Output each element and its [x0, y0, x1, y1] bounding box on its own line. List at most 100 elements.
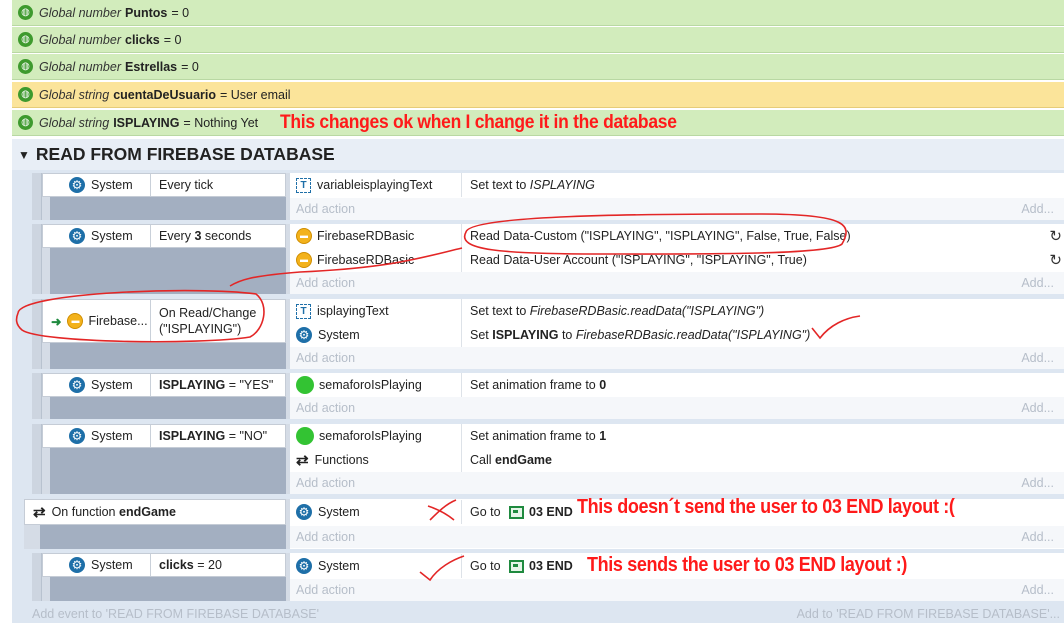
annotation-note: This changes ok when I change it in the …	[280, 111, 677, 133]
action-bold: ISPLAYING	[492, 328, 559, 342]
firebase-icon: ▬	[296, 228, 312, 244]
condition[interactable]: ⚙ System clicks = 20	[42, 553, 286, 577]
actions: semaforoIsPlaying Set animation frame to…	[290, 424, 1064, 494]
var-value: = 0	[181, 59, 199, 74]
action-object: semaforoIsPlaying	[319, 378, 422, 392]
global-var-isplaying[interactable]: ◍ Global string ISPLAYING = Nothing Yet …	[12, 110, 1064, 136]
action-text: Set text to	[470, 178, 530, 192]
add-more-label: Add...	[1021, 351, 1054, 365]
global-var-estrellas[interactable]: ◍ Global number Estrellas = 0	[12, 54, 1064, 80]
global-var-cuentadeusuario[interactable]: ◍ Global string cuentaDeUsuario = User e…	[12, 82, 1064, 108]
action-text: Go to	[470, 504, 505, 519]
text-object-icon: T	[296, 303, 311, 319]
add-more-label: Add...	[1021, 583, 1054, 597]
var-name: Puntos	[125, 5, 168, 20]
action-row[interactable]: ▬ FirebaseRDBasic Read Data-Custom ("ISPL…	[290, 224, 1064, 248]
action-row[interactable]: TvariableisplayingText Set text to ISPLA…	[290, 173, 1064, 197]
condition-object: System	[91, 378, 133, 392]
condition[interactable]: ➜ ▬ Firebase... On Read/Change ("ISPLAYING…	[42, 299, 286, 343]
gear-icon: ⚙	[296, 558, 312, 574]
var-value: = 0	[163, 32, 182, 47]
action-row[interactable]: semaforoIsPlaying Set animation frame to…	[290, 373, 1064, 397]
global-var-clicks[interactable]: ◍ Global number clicks = 0	[12, 27, 1064, 53]
action-object: variableisplayingText	[317, 178, 433, 192]
condition-pad	[50, 343, 286, 369]
add-action[interactable]: Add action Add...	[290, 272, 1064, 294]
text-object-icon: T	[296, 177, 311, 193]
condition-pad	[40, 525, 286, 549]
refresh-icon: ↻	[1049, 252, 1062, 269]
var-name: Estrellas	[125, 59, 178, 74]
action-row[interactable]: ⇄ Functions Call endGame	[290, 448, 1064, 472]
action-object: isplayingText	[317, 304, 389, 318]
add-action-label: Add action	[296, 276, 356, 290]
gear-icon: ⚙	[296, 327, 312, 343]
add-action[interactable]: Add action Add...	[290, 579, 1064, 601]
action-row[interactable]: TisplayingText Set text to FirebaseRDBas…	[290, 299, 1064, 323]
event-row[interactable]: ⚙ System ISPLAYING = "YES" semaforoIsPlay…	[32, 373, 1064, 419]
event-row[interactable]: ⚙ System Every 3 seconds ▬ FirebaseRDBasic…	[32, 224, 1064, 294]
var-name: cuentaDeUsuario	[113, 87, 216, 102]
gear-icon: ⚙	[69, 557, 85, 573]
gear-icon: ⚙	[69, 228, 85, 244]
action-bold: endGame	[495, 453, 552, 467]
action-row[interactable]: ▬ FirebaseRDBasic Read Data-User Account …	[290, 248, 1064, 272]
collapse-icon[interactable]: ▼	[18, 148, 30, 162]
event-row[interactable]: ➜ ▬ Firebase... On Read/Change ("ISPLAYING…	[32, 299, 1064, 369]
action-text: Set	[470, 328, 493, 342]
globe-icon: ◍	[18, 115, 33, 130]
annotation-note: This doesn´t send the user to 03 END lay…	[577, 496, 955, 518]
condition[interactable]: ⚙ System ISPLAYING = "YES"	[42, 373, 286, 397]
add-action[interactable]: Add action Add...	[290, 198, 1064, 220]
condition[interactable]: ⚙ System Every tick	[42, 173, 286, 197]
action-row[interactable]: ⚙ System Set ISPLAYING to FirebaseRDBasic…	[290, 323, 1064, 347]
condition[interactable]: ⚙ System ISPLAYING = "NO"	[42, 424, 286, 448]
condition[interactable]: ⚙ System Every 3 seconds	[42, 224, 286, 248]
add-action-label: Add action	[296, 401, 356, 415]
add-action-label: Add action	[296, 530, 356, 544]
event-row[interactable]: ⚙ System Every tick TvariableisplayingTex…	[32, 173, 1064, 220]
action-object: FirebaseRDBasic	[317, 253, 415, 267]
actions: TvariableisplayingText Set text to ISPLA…	[290, 173, 1064, 220]
var-name: ISPLAYING	[113, 115, 180, 130]
action-object: Functions	[314, 453, 369, 467]
add-action[interactable]: Add action Add...	[290, 526, 1064, 548]
action-italic: FirebaseRDBasic.readData("ISPLAYING")	[575, 328, 811, 342]
group-header[interactable]: ▼ READ FROM FIREBASE DATABASE	[12, 139, 1064, 170]
action-italic: ISPLAYING	[529, 178, 595, 192]
var-value: = 0	[171, 5, 190, 20]
add-action[interactable]: Add action Add...	[290, 397, 1064, 419]
condition-object: System	[91, 178, 133, 192]
add-event-link[interactable]: Add event to 'READ FROM FIREBASE DATABAS…	[32, 607, 319, 621]
var-kind: Global number	[39, 59, 121, 74]
action-row[interactable]: semaforoIsPlaying Set animation frame to…	[290, 424, 1064, 448]
add-action[interactable]: Add action Add...	[290, 472, 1064, 494]
add-action[interactable]: Add action Add...	[290, 347, 1064, 369]
action-text: Read Data-Custom ("ISPLAYING", "ISPLAYIN…	[470, 229, 851, 243]
global-var-puntos[interactable]: ◍ Global number Puntos = 0	[12, 0, 1064, 26]
condition-pad	[50, 397, 286, 419]
add-to-group-link[interactable]: Add to 'READ FROM FIREBASE DATABASE'...	[797, 607, 1060, 621]
var-kind: Global number	[39, 5, 121, 20]
action-text: Call	[470, 453, 496, 467]
action-text: Read Data-User Account ("ISPLAYING", "IS…	[470, 253, 807, 267]
globe-icon: ◍	[18, 87, 33, 102]
event-row[interactable]: ⚙ System ISPLAYING = "NO" semaforoIsPlayi…	[32, 424, 1064, 494]
function-header[interactable]: ⇄ On function endGame	[24, 499, 286, 525]
actions: TisplayingText Set text to FirebaseRDBas…	[290, 299, 1064, 369]
condition-text: Every	[159, 229, 195, 243]
condition-pad	[50, 448, 286, 494]
action-object: System	[318, 505, 360, 519]
add-action-label: Add action	[296, 202, 356, 216]
condition-pad	[50, 577, 286, 601]
refresh-icon: ↻	[1049, 228, 1062, 245]
action-text: Go to	[470, 558, 505, 573]
var-value: = Nothing Yet	[183, 115, 259, 130]
event-margin	[32, 173, 42, 220]
sprite-icon	[296, 427, 314, 445]
add-action-label: Add action	[296, 351, 356, 365]
actions: ▬ FirebaseRDBasic Read Data-Custom ("ISPL…	[290, 224, 1064, 294]
firebase-icon: ▬	[67, 313, 84, 329]
event-row[interactable]: ⚙ System clicks = 20 ⚙ System Go to 03 END…	[32, 553, 1064, 601]
action-text: Set text to	[470, 304, 530, 318]
